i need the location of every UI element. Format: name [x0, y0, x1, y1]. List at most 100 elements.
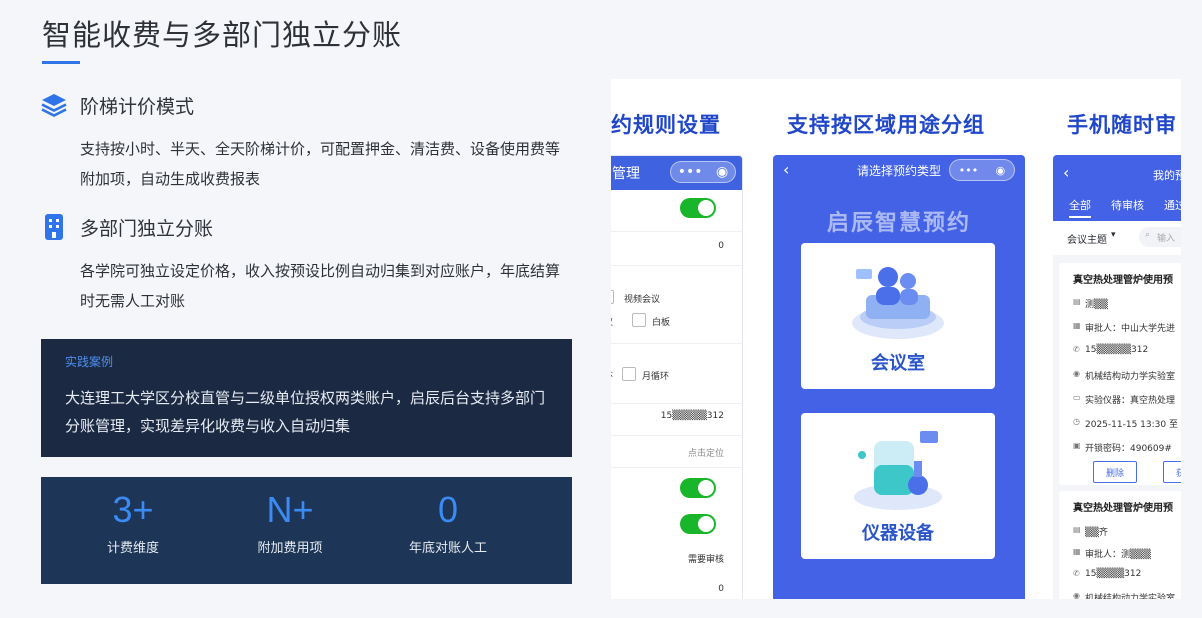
stat-manual-reconciliation: 0 年底对账人工: [373, 489, 523, 556]
instrument-icon: ▭: [1073, 393, 1081, 402]
page: 智能收费与多部门独立分账 阶梯计价模式 支持按小时、半天、全天阶梯计价，可配置押…: [0, 0, 1202, 618]
card-label: 会议室: [871, 353, 925, 374]
filter-bar: 会议主题 ▾ 输入 ⌕: [1053, 221, 1181, 255]
feature-department-accounting: 多部门独立分账 各学院可独立设定价格，收入按预设比例自动归集到对应账户，年底结算…: [40, 212, 560, 316]
stat-number: 3+: [112, 489, 154, 530]
option-label: 白板: [652, 318, 671, 328]
clock-icon: ◷: [1073, 417, 1080, 426]
rule-toggle[interactable]: [680, 514, 716, 534]
record-title: 真空热处理管炉使用预: [1073, 275, 1173, 286]
record-line: 15▒▒▒▒▒312: [1085, 345, 1149, 355]
approver-icon: ▦: [1073, 321, 1081, 330]
phone-icon: ✆: [1073, 569, 1080, 578]
fetch-button[interactable]: 获取: [1163, 461, 1181, 483]
tab-all[interactable]: 全部: [1069, 197, 1091, 218]
record-title: 真空热处理管炉使用预: [1073, 503, 1173, 514]
phone-rules-settings: 管理 •••◉ 0 视频会议 仪 白板 环 月循环 15▒▒▒▒▒312 点击定…: [611, 155, 743, 599]
stat-billing-dimensions: 3+ 计费维度: [58, 489, 208, 556]
instrument-card[interactable]: 仪器设备: [801, 413, 995, 559]
phone-booking-type: ‹ 请选择预约类型 ••• ◉ 启辰智慧预约 会议室 仪器设备: [773, 155, 1025, 599]
stat-caption: 附加费用项: [257, 541, 323, 556]
settings-row: [611, 336, 742, 344]
feature-description: 各学院可独立设定价格，收入按预设比例自动归集到对应账户，年底结算时无需人工对账: [80, 262, 561, 310]
record-line: 实验仪器：真空热处理: [1085, 396, 1176, 406]
user-icon: ▤: [1073, 525, 1081, 534]
app-showcase: 约规则设置 支持按区域用途分组 手机随时审 管理 ••• ◉ 0 视频会议 仪 白…: [611, 79, 1181, 599]
setting-value: 需要审核: [687, 555, 724, 565]
meeting-room-card[interactable]: 会议室: [801, 243, 995, 389]
feature-description: 支持按小时、半天、全天阶梯计价，可配置押金、清洁费、设备使用费等附加项，自动生成…: [80, 140, 561, 188]
miniapp-capsule[interactable]: ••• ◉: [949, 159, 1015, 181]
record-line: 开锁密码：490609#: [1085, 444, 1172, 454]
location-icon: ◉: [1073, 591, 1080, 599]
checkbox[interactable]: [611, 290, 614, 304]
feature-label: 多部门独立分账: [80, 217, 214, 240]
tab-approved[interactable]: 通过: [1164, 197, 1181, 218]
showcase-title-grouping: 支持按区域用途分组: [787, 113, 985, 137]
settings-row: [611, 404, 742, 436]
settings-row: [611, 396, 742, 404]
stat-caption: 计费维度: [106, 541, 159, 556]
settings-row: [611, 190, 742, 232]
stat-number: N+: [266, 489, 314, 530]
record-line: 机械结构动力学实验室: [1085, 372, 1176, 382]
option-label: 环: [611, 369, 613, 382]
case-tag: 实践案例: [65, 355, 114, 369]
instrument-illustration: [854, 431, 942, 510]
card-label: 仪器设备: [862, 523, 934, 544]
record-line: 机械结构动力学实验室: [1085, 594, 1176, 599]
target-icon: ◉: [716, 164, 729, 180]
option-label: 仪: [611, 315, 613, 328]
location-icon: ◉: [1073, 369, 1080, 378]
record-line: 审批人：测▒▒▒: [1085, 550, 1151, 560]
rule-toggle[interactable]: [680, 478, 716, 498]
phone-header-title: 管理: [612, 166, 640, 182]
chevron-down-icon: ▾: [1111, 230, 1116, 240]
phone-header-title: 请选择预约类型: [856, 163, 941, 178]
approver-icon: ▦: [1073, 547, 1081, 556]
user-icon: ▤: [1073, 297, 1081, 306]
search-icon: ⌕: [1145, 230, 1151, 240]
back-icon[interactable]: ‹: [1063, 163, 1069, 182]
delete-button[interactable]: 删除: [1093, 461, 1137, 483]
more-icon: •••: [677, 164, 703, 180]
case-study-panel: 实践案例 大连理工大学区分校直管与二级单位授权两类账户，启辰后台支持多部门分账管…: [41, 339, 572, 457]
settings-row: [611, 436, 742, 468]
lock-icon: ▣: [1073, 441, 1081, 450]
feature-label: 阶梯计价模式: [80, 95, 195, 118]
checkbox[interactable]: [622, 367, 636, 381]
option-label: 月循环: [642, 372, 670, 382]
record-line: 15▒▒▒▒312: [1085, 569, 1142, 579]
booking-record[interactable]: 真空热处理管炉使用预 ▤ ▒▒齐 ▦ 审批人：测▒▒▒ ✆ 15▒▒▒▒312 …: [1059, 491, 1181, 599]
record-line: 测▒▒: [1085, 300, 1108, 310]
stats-panel: 3+ 计费维度 N+ 附加费用项 0 年底对账人工: [41, 477, 572, 584]
stat-number: 0: [437, 489, 459, 530]
phone-icon: ✆: [1073, 345, 1080, 354]
miniapp-capsule[interactable]: ••• ◉: [670, 161, 736, 183]
booking-record[interactable]: 真空热处理管炉使用预 ▤ 测▒▒ ▦ 审批人：中山大学先进 ✆ 15▒▒▒▒▒3…: [1059, 263, 1181, 485]
checkbox[interactable]: [632, 313, 646, 327]
phone-header-title: 我的预: [1153, 169, 1181, 182]
record-line: 审批人：中山大学先进: [1085, 324, 1176, 334]
option-label: 视频会议: [624, 295, 661, 305]
more-icon: •••: [958, 163, 979, 177]
record-line: 2025-11-15 13:30 至 14: [1085, 420, 1181, 430]
record-line: ▒▒齐: [1085, 528, 1108, 538]
meeting-room-illustration: [852, 267, 944, 339]
brand-title: 启辰智慧预约: [826, 211, 971, 236]
building-icon: [40, 213, 68, 241]
showcase-title-mobile: 手机随时审: [1067, 113, 1177, 137]
stat-caption: 年底对账人工: [408, 541, 487, 556]
back-icon[interactable]: ‹: [783, 160, 789, 179]
settings-row: [611, 232, 742, 266]
feature-tiered-pricing: 阶梯计价模式 支持按小时、半天、全天阶梯计价，可配置押金、清洁费、设备使用费等附…: [40, 90, 560, 194]
showcase-title-rules: 约规则设置: [611, 113, 721, 137]
setting-value: 0: [718, 584, 724, 594]
case-text: 大连理工大学区分校直管与二级单位授权两类账户，启辰后台支持多部门分账管理，实现差…: [65, 389, 546, 435]
page-title: 智能收费与多部门独立分账: [42, 18, 403, 52]
title-underline: [42, 61, 80, 64]
tab-pending[interactable]: 待审核: [1111, 197, 1144, 218]
layers-icon: [40, 91, 68, 119]
target-icon: ◉: [995, 163, 1006, 177]
topic-dropdown[interactable]: 会议主题: [1067, 231, 1107, 246]
